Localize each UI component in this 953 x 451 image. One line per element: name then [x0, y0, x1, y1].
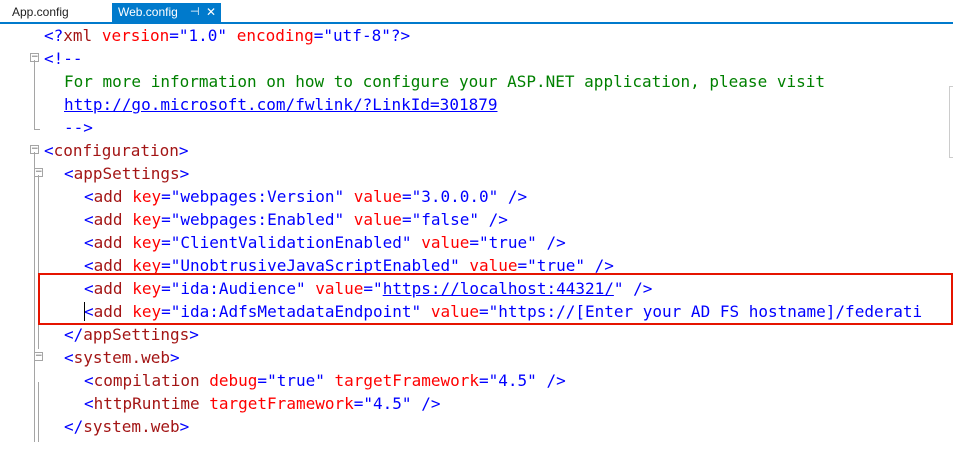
document-tab-bar: App.config Web.config ⊣ ✕ — [0, 0, 953, 24]
fold-toggle-appsettings[interactable]: − — [34, 168, 43, 177]
text-cursor — [84, 302, 85, 321]
outline-guide — [38, 382, 39, 442]
code-editor[interactable]: − − − − <?xml version="1.0" encoding="ut… — [0, 24, 953, 451]
code-line: --> — [64, 118, 93, 137]
code-line: <?xml version="1.0" encoding="utf-8"?> — [44, 26, 411, 45]
scrollbar-thumb[interactable] — [949, 86, 953, 158]
fold-toggle-system-web[interactable]: − — [34, 352, 43, 361]
code-line-setting: <add key="ida:AdfsMetadataEndpoint" valu… — [84, 302, 923, 321]
code-line-setting: <add key="ClientValidationEnabled" value… — [84, 233, 566, 252]
code-line: <compilation debug="true" targetFramewor… — [84, 371, 566, 390]
code-line: <configuration> — [44, 141, 189, 160]
tab-web-config[interactable]: Web.config ⊣ ✕ — [112, 3, 221, 24]
fold-toggle-comment[interactable]: − — [30, 53, 39, 62]
outline-guide — [34, 60, 35, 130]
code-line-setting: <add key="webpages:Version" value="3.0.0… — [84, 187, 528, 206]
code-line: <system.web> — [64, 348, 180, 367]
fold-toggle-configuration[interactable]: − — [30, 145, 39, 154]
close-icon[interactable]: ✕ — [206, 3, 216, 22]
tab-web-config-label: Web.config — [118, 5, 178, 19]
code-comment-link[interactable]: http://go.microsoft.com/fwlink/?LinkId=3… — [64, 93, 497, 116]
code-line-setting: <add key="UnobtrusiveJavaScriptEnabled" … — [84, 256, 614, 275]
code-line: <appSettings> — [64, 164, 190, 183]
code-line: </system.web> — [64, 417, 190, 436]
audience-link[interactable]: https://localhost:44321/ — [383, 279, 614, 298]
outline-guide — [34, 152, 35, 442]
code-comment-line: For more information on how to configure… — [64, 72, 825, 91]
outline-guide — [38, 175, 39, 349]
outline-guide-end — [34, 129, 40, 130]
pin-icon[interactable]: ⊣ — [190, 3, 200, 22]
tab-app-config[interactable]: App.config — [6, 3, 75, 22]
code-line-setting: <add key="ida:Audience" value="https://l… — [84, 279, 653, 298]
code-line-setting: <add key="webpages:Enabled" value="false… — [84, 210, 508, 229]
code-line: <!-- — [44, 49, 83, 68]
code-line: </appSettings> — [64, 325, 199, 344]
code-line: <httpRuntime targetFramework="4.5" /> — [84, 394, 441, 413]
